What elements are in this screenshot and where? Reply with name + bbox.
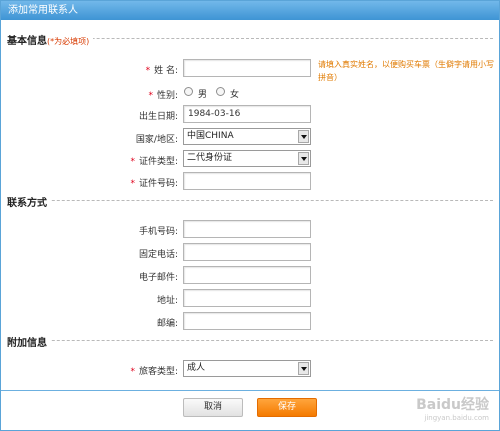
zip-input[interactable] bbox=[183, 312, 311, 330]
row-birth: 出生日期: 1984-03-16 bbox=[1, 105, 500, 125]
phone-label: 固定电话: bbox=[138, 250, 178, 260]
mobile-input[interactable] bbox=[183, 220, 311, 238]
birth-label: 出生日期: bbox=[138, 112, 178, 122]
email-label: 电子邮件: bbox=[138, 273, 178, 283]
id-number-input[interactable] bbox=[183, 172, 311, 190]
row-country: 国家/地区: 中国CHINA bbox=[1, 128, 500, 148]
cancel-button[interactable]: 取消 bbox=[183, 398, 243, 417]
passenger-type-value: 成人 bbox=[187, 363, 206, 373]
phone-input[interactable] bbox=[183, 243, 311, 261]
name-input[interactable] bbox=[183, 59, 311, 77]
id-type-select[interactable]: 二代身份证 bbox=[183, 150, 311, 167]
gender-female-radio[interactable] bbox=[216, 87, 225, 96]
row-name: * 姓 名: 请填入真实姓名，以便购买车票（生僻字请用小写拼音） bbox=[1, 59, 500, 82]
section-title-contact: 联系方式 bbox=[7, 198, 51, 209]
dialog-title: 添加常用联系人 bbox=[1, 1, 499, 20]
id-number-label: * 证件号码: bbox=[130, 179, 178, 189]
section-basic-info: 基本信息(*为必填项) bbox=[7, 32, 493, 47]
row-gender: * 性别: 男 女 bbox=[1, 84, 500, 104]
birth-date-input[interactable]: 1984-03-16 bbox=[183, 105, 311, 123]
gender-male-label: 男 bbox=[198, 90, 208, 100]
row-passenger-type: * 旅客类型: 成人 bbox=[1, 360, 500, 380]
row-mobile: 手机号码: bbox=[1, 220, 500, 240]
watermark: Baidu经验 jingyan.baidu.com bbox=[416, 394, 489, 422]
country-label: 国家/地区: bbox=[135, 135, 178, 145]
country-select[interactable]: 中国CHINA bbox=[183, 128, 311, 145]
email-input[interactable] bbox=[183, 266, 311, 284]
row-zip: 邮编: bbox=[1, 312, 500, 332]
id-type-label: * 证件类型: bbox=[130, 157, 178, 167]
row-email: 电子邮件: bbox=[1, 266, 500, 286]
chevron-down-icon[interactable] bbox=[298, 152, 309, 165]
passenger-type-select[interactable]: 成人 bbox=[183, 360, 311, 377]
address-input[interactable] bbox=[183, 289, 311, 307]
row-id-type: * 证件类型: 二代身份证 bbox=[1, 150, 500, 170]
passenger-type-label: * 旅客类型: bbox=[130, 367, 178, 377]
gender-male-radio[interactable] bbox=[184, 87, 193, 96]
row-id-number: * 证件号码: bbox=[1, 172, 500, 192]
save-button[interactable]: 保存 bbox=[257, 398, 317, 417]
watermark-url: jingyan.baidu.com bbox=[424, 414, 489, 422]
required-note: (*为必填项) bbox=[47, 37, 90, 46]
mobile-label: 手机号码: bbox=[138, 227, 178, 237]
chevron-down-icon[interactable] bbox=[298, 130, 309, 143]
watermark-brand: Baidu经验 bbox=[416, 397, 489, 413]
section-divider bbox=[7, 200, 493, 201]
section-contact: 联系方式 bbox=[7, 194, 493, 209]
zip-label: 邮编: bbox=[156, 319, 178, 329]
footer-divider bbox=[1, 390, 499, 391]
name-label: * 姓 名: bbox=[145, 66, 178, 76]
add-contact-dialog: 添加常用联系人 基本信息(*为必填项) * 姓 名: 请填入真实姓名，以便购买车票… bbox=[0, 0, 500, 431]
row-address: 地址: bbox=[1, 289, 500, 309]
row-phone: 固定电话: bbox=[1, 243, 500, 263]
country-value: 中国CHINA bbox=[187, 131, 234, 141]
chevron-down-icon[interactable] bbox=[298, 362, 309, 375]
section-extra: 附加信息 bbox=[7, 334, 493, 349]
gender-female-label: 女 bbox=[230, 90, 240, 100]
section-title-extra: 附加信息 bbox=[7, 338, 51, 349]
gender-label: * 性别: bbox=[148, 91, 178, 101]
id-type-value: 二代身份证 bbox=[187, 153, 233, 163]
section-title-basic: 基本信息(*为必填项) bbox=[7, 36, 94, 47]
section-divider bbox=[7, 340, 493, 341]
address-label: 地址: bbox=[156, 296, 178, 306]
name-hint: 请填入真实姓名，以便购买车票（生僻字请用小写拼音） bbox=[318, 60, 494, 82]
